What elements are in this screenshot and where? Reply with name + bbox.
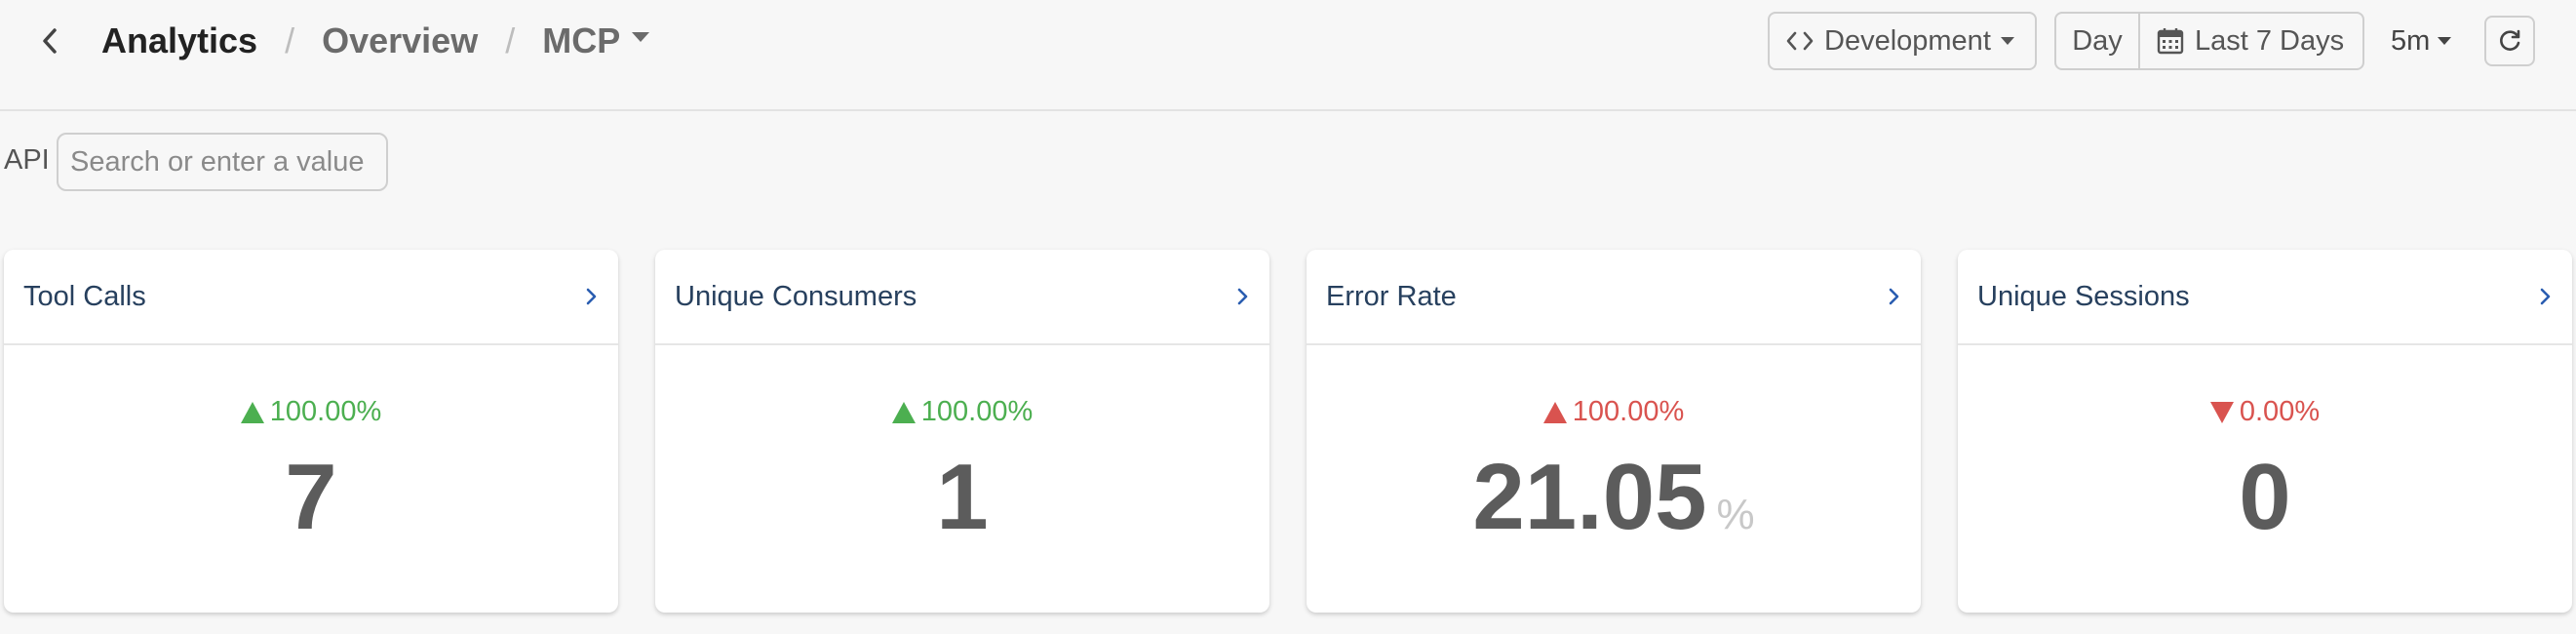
metric-card-tool-calls: Tool Calls 100.00% 7 <box>4 250 618 613</box>
card-header[interactable]: Tool Calls <box>4 250 618 345</box>
trend-percent: 100.00% <box>1572 396 1685 427</box>
card-title: Unique Sessions <box>1977 280 2190 312</box>
card-header[interactable]: Error Rate <box>1307 250 1921 345</box>
card-title: Tool Calls <box>23 280 146 312</box>
breadcrumb-separator: / <box>505 20 516 60</box>
card-body: 100.00% 21.05 % <box>1307 345 1921 611</box>
chevron-right-icon <box>1889 288 1899 305</box>
breadcrumb: Analytics / Overview / MCP <box>101 18 650 64</box>
refresh-button[interactable] <box>2484 16 2535 66</box>
card-body: 0.00% 0 <box>1958 345 2572 611</box>
caret-down-icon <box>632 32 650 43</box>
card-body: 100.00% 1 <box>655 345 1269 611</box>
breadcrumb-overview[interactable]: Overview <box>322 20 478 61</box>
metric: 7 <box>4 451 618 544</box>
breadcrumb-analytics[interactable]: Analytics <box>101 20 257 61</box>
page-header: Analytics / Overview / MCP Development D… <box>0 0 2576 111</box>
trend-indicator: 100.00% <box>1307 396 1921 428</box>
refresh-icon <box>2500 29 2520 51</box>
metric-value: 21.05 <box>1472 445 1707 549</box>
api-search-input[interactable] <box>57 133 388 191</box>
metric-card-unique-consumers: Unique Consumers 100.00% 1 <box>655 250 1269 613</box>
trend-indicator: 0.00% <box>1958 396 2572 428</box>
trend-up-icon <box>1542 401 1567 423</box>
breadcrumb-separator: / <box>285 20 295 60</box>
trend-indicator: 100.00% <box>4 396 618 428</box>
trend-down-icon <box>2209 401 2234 423</box>
environment-dropdown[interactable]: Development <box>1768 12 2037 70</box>
metric-value: 7 <box>285 445 337 549</box>
granularity-button[interactable]: Day <box>2056 14 2140 68</box>
metric-value: 0 <box>2239 445 2291 549</box>
date-range-button[interactable]: Last 7 Days <box>2140 25 2362 58</box>
granularity-label: Day <box>2072 24 2123 57</box>
metric-unit: % <box>1716 491 1755 538</box>
metric: 1 <box>655 451 1269 544</box>
caret-down-icon <box>2000 37 2014 45</box>
trend-up-icon <box>240 401 264 423</box>
refresh-interval-label: 5m <box>2391 24 2431 57</box>
back-button[interactable] <box>35 21 64 60</box>
chevron-right-icon <box>2540 288 2551 305</box>
code-icon <box>1786 31 1814 51</box>
metric: 21.05 % <box>1307 451 1921 544</box>
card-title: Unique Consumers <box>675 280 917 312</box>
card-body: 100.00% 7 <box>4 345 618 611</box>
trend-percent: 0.00% <box>2239 396 2321 427</box>
breadcrumb-mcp-dropdown[interactable]: MCP <box>542 20 650 61</box>
trend-percent: 100.00% <box>269 396 382 427</box>
caret-down-icon <box>2438 37 2452 45</box>
calendar-icon <box>2157 28 2184 55</box>
date-range-group: Day Last 7 Days <box>2054 12 2364 70</box>
environment-label: Development <box>1824 24 1991 57</box>
card-title: Error Rate <box>1326 280 1457 312</box>
trend-percent: 100.00% <box>920 396 1034 427</box>
chevron-right-icon <box>586 288 597 305</box>
date-range-label: Last 7 Days <box>2195 24 2345 57</box>
trend-up-icon <box>891 401 916 423</box>
card-header[interactable]: Unique Sessions <box>1958 250 2572 345</box>
metric-card-error-rate: Error Rate 100.00% 21.05 % <box>1307 250 1921 613</box>
metric-value: 1 <box>936 445 989 549</box>
card-header[interactable]: Unique Consumers <box>655 250 1269 345</box>
chevron-left-icon <box>43 28 57 54</box>
metric: 0 <box>1958 451 2572 544</box>
trend-indicator: 100.00% <box>655 396 1269 428</box>
breadcrumb-mcp-label: MCP <box>542 20 621 60</box>
chevron-right-icon <box>1237 288 1248 305</box>
refresh-interval-dropdown[interactable]: 5m <box>2391 21 2452 60</box>
api-filter-label: API <box>4 144 50 176</box>
metric-card-unique-sessions: Unique Sessions 0.00% 0 <box>1958 250 2572 613</box>
